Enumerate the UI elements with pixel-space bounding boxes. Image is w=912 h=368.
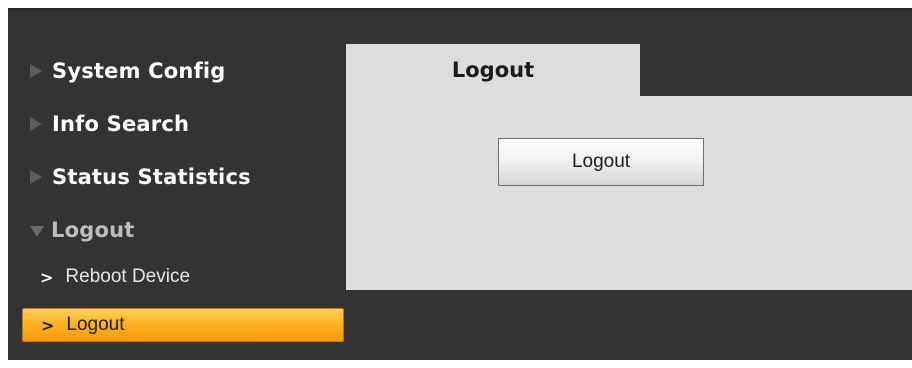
chevron-right-icon: > <box>41 315 55 335</box>
menu-status-statistics[interactable]: Status Statistics <box>30 162 251 192</box>
sidebar: System Config Info Search Status Statist… <box>8 8 348 360</box>
subitem-reboot-device[interactable]: > Reboot Device <box>22 260 344 294</box>
subitem-label: Logout <box>66 314 125 335</box>
triangle-right-icon <box>30 117 42 131</box>
subitem-label: Reboot Device <box>65 266 191 287</box>
menu-info-search[interactable]: Info Search <box>30 109 189 139</box>
menu-label: Logout <box>51 218 135 242</box>
tab-label: Logout <box>451 58 535 82</box>
content-panel: Logout <box>346 96 912 290</box>
menu-label: Status Statistics <box>52 165 251 189</box>
tab-logout[interactable]: Logout <box>346 44 640 96</box>
menu-logout[interactable]: Logout <box>30 215 134 245</box>
logout-button[interactable]: Logout <box>498 138 704 186</box>
triangle-right-icon <box>30 170 42 184</box>
triangle-down-icon <box>30 225 44 237</box>
chevron-right-icon: > <box>40 267 54 287</box>
app-frame: System Config Info Search Status Statist… <box>8 8 912 360</box>
menu-label: Info Search <box>52 112 190 136</box>
menu-label: System Config <box>52 59 226 83</box>
menu-system-config[interactable]: System Config <box>30 56 226 86</box>
triangle-right-icon <box>30 64 42 78</box>
subitem-logout[interactable]: > Logout <box>22 308 344 342</box>
